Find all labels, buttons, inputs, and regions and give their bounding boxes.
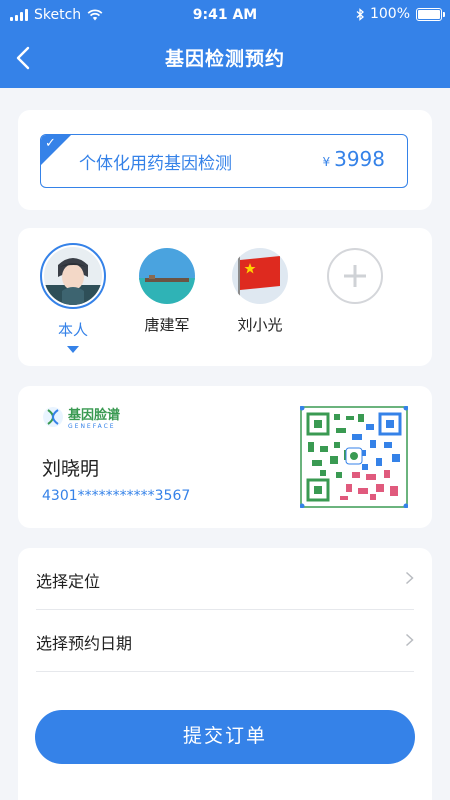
logo-subtext: GENEFACE <box>68 423 116 430</box>
product-name: 个体化用药基因检测 <box>79 154 232 174</box>
chevron-right-icon <box>405 571 414 585</box>
page-title: 基因检测预约 <box>164 48 285 70</box>
product-price: ¥3998 <box>322 147 385 171</box>
person-selector: 本人 唐建军 刘小光 <box>18 228 432 366</box>
select-date-row[interactable]: 选择预约日期 <box>36 610 414 672</box>
person-tang[interactable]: 唐建军 <box>132 248 202 335</box>
avatar <box>232 248 288 304</box>
person-label: 唐建军 <box>144 316 190 334</box>
plus-icon <box>327 248 383 304</box>
dna-logo-icon <box>43 407 63 427</box>
option-label: 选择预约日期 <box>36 634 133 653</box>
avatar <box>40 243 106 309</box>
battery-percent: 100% <box>369 6 410 22</box>
check-icon: ✓ <box>45 136 56 151</box>
avatar <box>139 248 195 304</box>
qr-code[interactable] <box>300 406 408 508</box>
caret-down-icon <box>67 346 79 353</box>
holder-name: 刘晓明 <box>42 458 100 480</box>
person-label: 刘小光 <box>237 316 283 334</box>
logo-text: 基因脸谱 <box>68 408 121 423</box>
product-card: ✓ 个体化用药基因检测 ¥3998 <box>18 110 432 210</box>
product-option[interactable]: ✓ 个体化用药基因检测 ¥3998 <box>40 134 408 188</box>
add-person-button[interactable] <box>320 248 390 304</box>
person-label: 本人 <box>57 321 88 339</box>
brand-logo: 基因脸谱 GENEFACE <box>42 404 120 430</box>
id-card: 基因脸谱 GENEFACE 刘晓明 4301***********3567 <box>18 386 432 528</box>
select-location-row[interactable]: 选择定位 <box>36 548 414 610</box>
submit-order-button[interactable]: 提交订单 <box>35 710 415 764</box>
header-bar: Sketch 9:41 AM 100% 基因检测预约 <box>0 0 450 88</box>
bluetooth-icon <box>356 7 364 21</box>
person-liu[interactable]: 刘小光 <box>225 248 295 335</box>
person-self[interactable]: 本人 <box>38 243 108 353</box>
battery-icon <box>416 7 445 21</box>
option-label: 选择定位 <box>36 572 101 591</box>
status-bar: Sketch 9:41 AM 100% <box>0 0 450 32</box>
id-number: 4301***********3567 <box>42 488 191 504</box>
chevron-right-icon <box>405 633 414 647</box>
